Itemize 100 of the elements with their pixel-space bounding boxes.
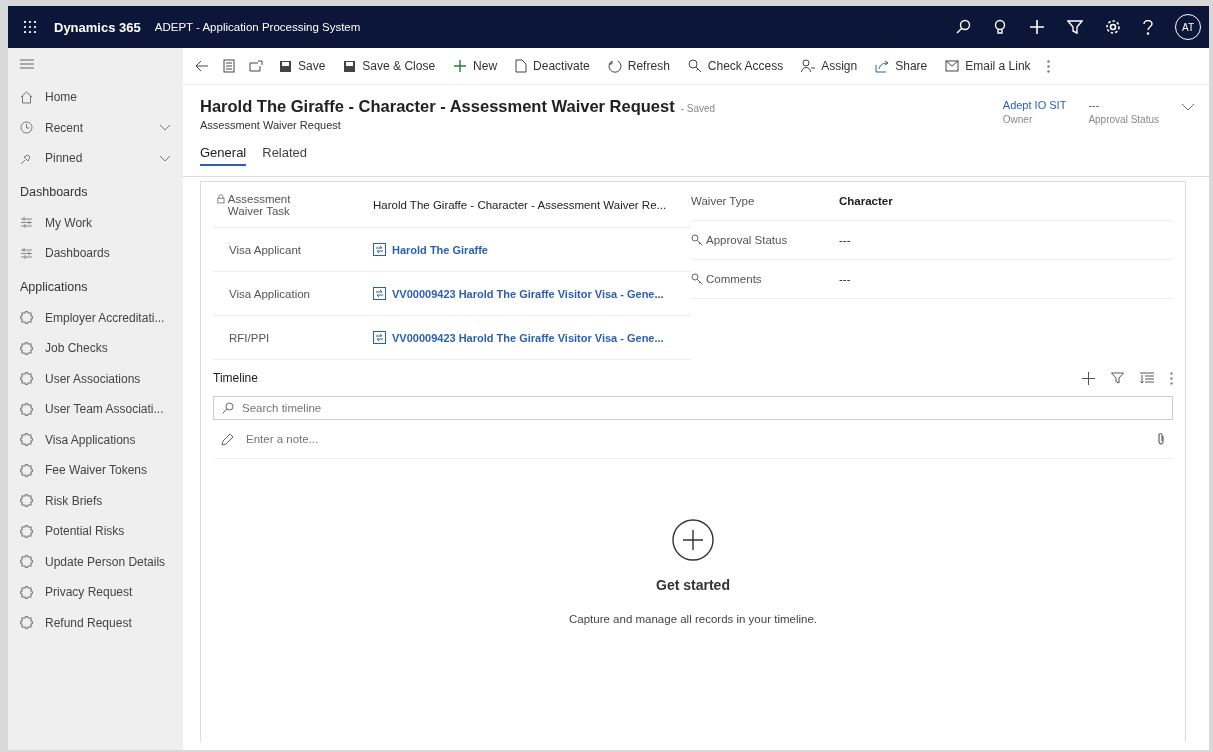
command-button[interactable]: Email a Link [943, 55, 1033, 77]
app-launcher-icon[interactable] [24, 21, 36, 33]
command-button[interactable]: Check Access [685, 55, 786, 77]
empty-state-text: Capture and manage all records in your timeline. [569, 613, 817, 625]
nav-item[interactable]: Recent [20, 112, 183, 143]
settings-icon[interactable] [1105, 19, 1121, 35]
field-label: Visa Applicant [229, 243, 302, 256]
field-label: Comments [706, 273, 762, 285]
more-icon[interactable] [1170, 371, 1173, 385]
puzzle-icon [20, 372, 33, 386]
document-icon [515, 59, 528, 73]
save-status: - Saved [680, 103, 716, 114]
lookup-link[interactable]: Harold The Giraffe [392, 243, 488, 256]
field-value: --- [839, 234, 852, 246]
nav-item[interactable]: Refund Request [20, 607, 183, 638]
puzzle-icon [20, 555, 33, 569]
clock-icon [20, 121, 33, 135]
header-field-value: --- [1088, 99, 1101, 111]
search-icon [222, 402, 234, 414]
puzzle-icon [20, 341, 33, 355]
search-field[interactable]: Search timeline [213, 396, 1173, 420]
record-link-icon [373, 287, 386, 300]
empty-state-title: Get started [656, 577, 730, 593]
command-button[interactable]: Share [873, 55, 930, 77]
search-icon[interactable] [955, 19, 971, 35]
field-value: Harold The Giraffe - Character - Assessment Waiver Re... [373, 198, 668, 211]
header-field-label: Approval Status [1088, 114, 1159, 125]
field-label: Visa Application [229, 287, 310, 300]
key-icon [687, 59, 702, 73]
nav-item[interactable]: Privacy Request [20, 577, 183, 608]
record-link-icon [373, 331, 386, 344]
command-button[interactable]: Assign [799, 55, 860, 77]
puzzle-icon [20, 311, 33, 325]
field-label: Waiver Type [691, 195, 756, 207]
lock-icon [217, 192, 225, 205]
share-icon [875, 59, 890, 73]
record-link-icon [373, 243, 386, 256]
puzzle-icon [20, 433, 33, 447]
nav-item[interactable]: Pinned [20, 143, 183, 174]
nav-item[interactable]: Visa Applications [20, 424, 183, 455]
record-type: Assessment Waiver Request [200, 119, 342, 131]
puzzle-icon [20, 585, 33, 599]
nav-item[interactable]: Home [20, 82, 183, 113]
record-title: Harold The Giraffe - Character - Assessment Waiver Request [200, 97, 675, 116]
nav-item[interactable]: Employer Accreditati... [20, 302, 183, 333]
app-title: ADEPT - Application Processing System [154, 21, 361, 33]
chevron-down-icon[interactable] [159, 124, 171, 132]
popout-icon[interactable] [249, 60, 263, 72]
back-arrow-icon[interactable] [195, 60, 209, 72]
field-value: Character [839, 195, 894, 207]
tab[interactable]: General [200, 145, 247, 166]
nav-item[interactable]: Potential Risks [20, 516, 183, 547]
dashboard-icon [20, 216, 33, 230]
field-label: Approval Status [706, 234, 788, 246]
field-value: --- [839, 273, 852, 285]
home-icon [20, 90, 33, 104]
puzzle-icon [20, 616, 33, 630]
nav-item[interactable]: Dashboards [20, 238, 183, 269]
chevron-down-icon[interactable] [159, 154, 171, 162]
section-heading: Applications [20, 278, 89, 296]
timeline-title: Timeline [213, 371, 258, 385]
key-icon [691, 234, 703, 246]
nav-item[interactable]: Fee Waiver Tokens [20, 455, 183, 486]
command-button[interactable]: New [451, 55, 500, 77]
nav-item[interactable]: Update Person Details [20, 546, 183, 577]
lookup-link[interactable]: VV00009423 Harold The Giraffe Visitor Visa - Gene... [392, 331, 664, 344]
nav-item[interactable]: User Team Associati... [20, 394, 183, 425]
lookup-link[interactable]: VV00009423 Harold The Giraffe Visitor Visa - Gene... [392, 287, 664, 300]
form-icon[interactable] [223, 59, 235, 73]
lightbulb-icon[interactable] [993, 19, 1007, 35]
add-circle-icon[interactable] [672, 519, 714, 561]
person-icon [801, 59, 816, 73]
app-name[interactable]: Dynamics 365 [54, 19, 141, 35]
plus-icon[interactable] [1082, 371, 1095, 385]
puzzle-icon [20, 524, 33, 538]
puzzle-icon [20, 463, 33, 477]
help-icon[interactable] [1143, 19, 1153, 35]
pencil-icon [221, 432, 234, 446]
nav-item[interactable]: Risk Briefs [20, 485, 183, 516]
field-label: Assessment Waiver Task [227, 192, 292, 217]
envelope-icon [945, 60, 960, 72]
nav-item[interactable]: Job Checks [20, 333, 183, 364]
command-button[interactable]: Refresh [605, 55, 672, 77]
tab[interactable]: Related [262, 145, 308, 166]
note-field[interactable]: Enter a note... [244, 428, 1147, 450]
nav-item[interactable]: My Work [20, 207, 183, 238]
puzzle-icon [20, 494, 33, 508]
paperclip-icon[interactable] [1157, 432, 1165, 446]
command-button[interactable]: Deactivate [513, 55, 592, 77]
chevron-down-icon[interactable] [1181, 103, 1195, 111]
dashboard-icon [20, 246, 33, 260]
filter-icon[interactable] [1067, 19, 1083, 35]
header-field-value[interactable]: Adept IO SIT [1002, 99, 1067, 111]
command-button[interactable]: Save & Close [341, 55, 438, 77]
refresh-icon [607, 59, 622, 73]
puzzle-icon [20, 402, 33, 416]
command-button[interactable]: Save [277, 55, 328, 77]
key-icon [691, 273, 703, 285]
nav-item[interactable]: User Associations [20, 363, 183, 394]
more-icon[interactable] [1046, 59, 1050, 73]
